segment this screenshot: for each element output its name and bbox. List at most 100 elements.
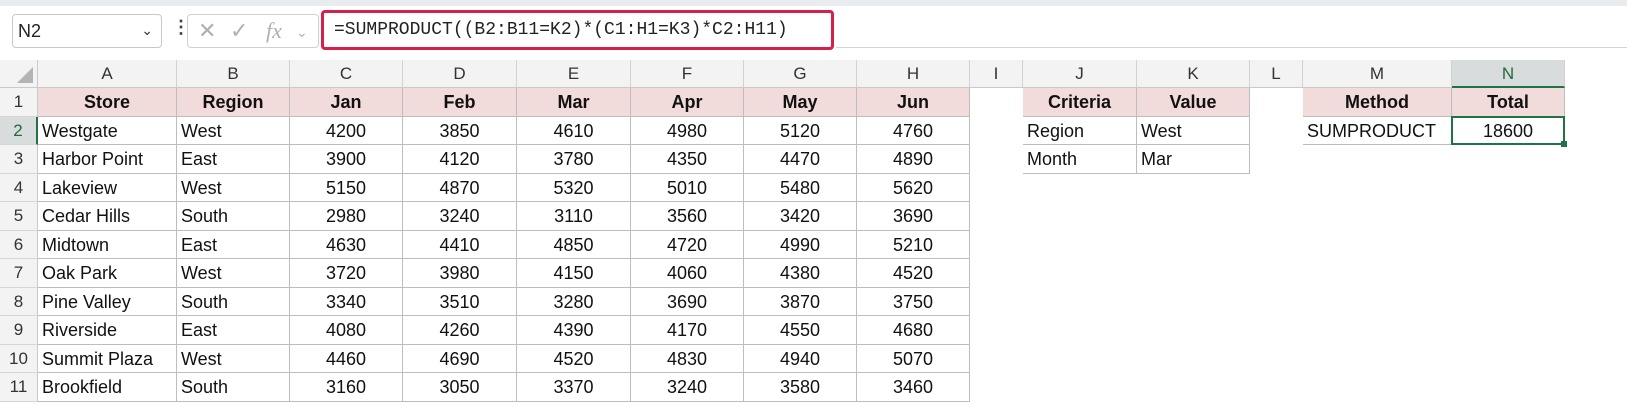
sales-cell[interactable]: 3690: [631, 287, 744, 316]
sales-cell[interactable]: 3690: [857, 202, 970, 231]
column-header-a[interactable]: A: [38, 60, 177, 88]
sales-cell[interactable]: 3850: [403, 116, 517, 145]
chevron-down-icon[interactable]: ⌄: [141, 22, 153, 39]
cancel-icon[interactable]: ✕: [198, 18, 216, 44]
sales-cell[interactable]: 4980: [631, 116, 744, 145]
sales-cell[interactable]: 4830: [631, 344, 744, 373]
sales-cell[interactable]: 5070: [857, 344, 970, 373]
sales-cell[interactable]: Lakeview: [38, 173, 177, 202]
sales-cell[interactable]: 4690: [403, 344, 517, 373]
sales-header-cell[interactable]: Apr: [631, 88, 744, 117]
sales-cell[interactable]: 4520: [857, 259, 970, 288]
sales-cell[interactable]: 4470: [744, 145, 857, 174]
spreadsheet-grid[interactable]: A B C D E F G H I J K L M N 1 2 3 4 5 6 7 8 9 10 11 Store Region Ja…: [0, 60, 1627, 416]
sales-cell[interactable]: East: [177, 230, 290, 259]
sales-cell[interactable]: 5120: [744, 116, 857, 145]
result-header-cell[interactable]: Method: [1303, 88, 1452, 117]
sales-cell[interactable]: 4890: [857, 145, 970, 174]
sales-cell[interactable]: 3580: [744, 373, 857, 402]
sales-cell[interactable]: 5150: [290, 173, 403, 202]
column-header-c[interactable]: C: [290, 60, 403, 88]
sales-cell[interactable]: 4520: [517, 344, 631, 373]
row-header-3[interactable]: 3: [0, 145, 38, 174]
select-all-corner[interactable]: [0, 60, 38, 88]
sales-cell[interactable]: 4460: [290, 344, 403, 373]
function-chevron-icon[interactable]: ⌄: [296, 24, 308, 41]
sales-cell[interactable]: West: [177, 116, 290, 145]
sales-header-cell[interactable]: Store: [38, 88, 177, 117]
insert-function-icon[interactable]: fx: [266, 18, 282, 44]
criteria-cell[interactable]: Region: [1023, 116, 1137, 145]
sales-cell[interactable]: 4080: [290, 316, 403, 345]
sales-cell[interactable]: 2980: [290, 202, 403, 231]
name-box[interactable]: N2 ⌄: [12, 14, 162, 48]
column-header-l[interactable]: L: [1250, 60, 1303, 88]
row-header-1[interactable]: 1: [0, 88, 38, 117]
row-header-11[interactable]: 11: [0, 373, 38, 402]
sales-cell[interactable]: West: [177, 173, 290, 202]
sales-cell[interactable]: Oak Park: [38, 259, 177, 288]
sales-header-cell[interactable]: Jan: [290, 88, 403, 117]
criteria-cell[interactable]: Mar: [1137, 145, 1250, 174]
sales-cell[interactable]: 3420: [744, 202, 857, 231]
row-header-9[interactable]: 9: [0, 316, 38, 345]
sales-cell[interactable]: 4410: [403, 230, 517, 259]
column-header-d[interactable]: D: [403, 60, 517, 88]
sales-cell[interactable]: South: [177, 202, 290, 231]
sales-cell[interactable]: 3720: [290, 259, 403, 288]
column-header-k[interactable]: K: [1137, 60, 1250, 88]
column-header-h[interactable]: H: [857, 60, 970, 88]
sales-cell[interactable]: Harbor Point: [38, 145, 177, 174]
sales-header-cell[interactable]: Mar: [517, 88, 631, 117]
sales-cell[interactable]: 5320: [517, 173, 631, 202]
sales-cell[interactable]: Riverside: [38, 316, 177, 345]
sales-cell[interactable]: 4200: [290, 116, 403, 145]
sales-header-cell[interactable]: Jun: [857, 88, 970, 117]
column-header-n[interactable]: N: [1452, 60, 1565, 88]
sales-cell[interactable]: 3870: [744, 287, 857, 316]
sales-cell[interactable]: 4170: [631, 316, 744, 345]
sales-cell[interactable]: 5480: [744, 173, 857, 202]
criteria-cell[interactable]: West: [1137, 116, 1250, 145]
sales-cell[interactable]: Summit Plaza: [38, 344, 177, 373]
sales-cell[interactable]: 3750: [857, 287, 970, 316]
sales-cell[interactable]: 3900: [290, 145, 403, 174]
column-header-g[interactable]: G: [744, 60, 857, 88]
sales-cell[interactable]: 3510: [403, 287, 517, 316]
sales-cell[interactable]: 4720: [631, 230, 744, 259]
row-header-6[interactable]: 6: [0, 230, 38, 259]
criteria-header-cell[interactable]: Criteria: [1023, 88, 1137, 117]
sales-cell[interactable]: 3460: [857, 373, 970, 402]
sales-cell[interactable]: 4610: [517, 116, 631, 145]
sales-header-cell[interactable]: May: [744, 88, 857, 117]
column-header-e[interactable]: E: [517, 60, 631, 88]
column-header-m[interactable]: M: [1303, 60, 1452, 88]
row-header-8[interactable]: 8: [0, 287, 38, 316]
sales-cell[interactable]: 4550: [744, 316, 857, 345]
sales-cell[interactable]: Brookfield: [38, 373, 177, 402]
sales-cell[interactable]: 3110: [517, 202, 631, 231]
sales-cell[interactable]: 3370: [517, 373, 631, 402]
sales-header-cell[interactable]: Region: [177, 88, 290, 117]
sales-cell[interactable]: 4120: [403, 145, 517, 174]
sales-cell[interactable]: 4940: [744, 344, 857, 373]
sales-cell[interactable]: 3340: [290, 287, 403, 316]
sales-cell[interactable]: 4630: [290, 230, 403, 259]
row-header-7[interactable]: 7: [0, 259, 38, 288]
result-cell[interactable]: SUMPRODUCT: [1303, 116, 1452, 145]
sales-cell[interactable]: 4260: [403, 316, 517, 345]
sales-cell[interactable]: 3240: [631, 373, 744, 402]
column-header-i[interactable]: I: [970, 60, 1023, 88]
sales-cell[interactable]: 4350: [631, 145, 744, 174]
sales-cell[interactable]: 5620: [857, 173, 970, 202]
sales-cell[interactable]: 4870: [403, 173, 517, 202]
sales-cell[interactable]: 4760: [857, 116, 970, 145]
sales-header-cell[interactable]: Feb: [403, 88, 517, 117]
row-header-5[interactable]: 5: [0, 202, 38, 231]
sales-cell[interactable]: Cedar Hills: [38, 202, 177, 231]
sales-cell[interactable]: 4150: [517, 259, 631, 288]
sales-cell[interactable]: 3560: [631, 202, 744, 231]
sales-cell[interactable]: 3280: [517, 287, 631, 316]
sales-cell[interactable]: West: [177, 259, 290, 288]
confirm-icon[interactable]: ✓: [230, 18, 248, 44]
